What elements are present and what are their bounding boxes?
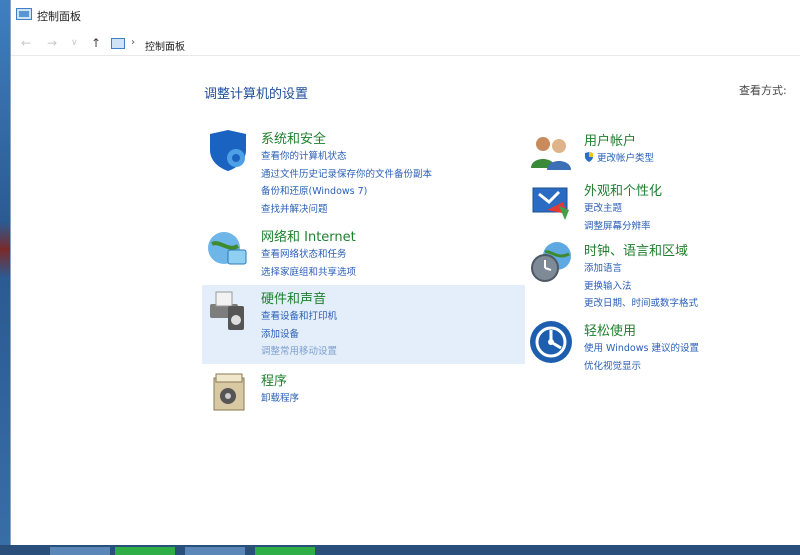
users-icon (531, 137, 571, 170)
control-panel-window: 控制面板 ← → ∨ ↑ › 控制面板 调整计算机的设置 查看方式: 系统和安全… (10, 0, 800, 545)
link-troubleshoot[interactable]: 查找并解决问题 (261, 201, 432, 219)
link-uninstall-program[interactable]: 卸载程序 (261, 390, 299, 408)
view-by-label[interactable]: 查看方式: (739, 82, 787, 98)
link-add-language[interactable]: 添加语言 (584, 260, 698, 278)
appearance-icon (532, 187, 569, 220)
ease-of-access-icon (530, 321, 572, 363)
up-button[interactable]: ↑ (91, 36, 101, 50)
back-button[interactable]: ← (21, 36, 31, 50)
control-panel-icon (16, 8, 32, 20)
category-title[interactable]: 硬件和声音 (261, 288, 326, 307)
link-label: 更改帐户类型 (597, 153, 655, 164)
breadcrumb-separator[interactable]: › (131, 37, 135, 48)
title-bar: 控制面板 (11, 0, 800, 30)
taskbar-item[interactable] (185, 547, 245, 555)
taskbar-item[interactable] (255, 547, 315, 555)
link-optimize-display[interactable]: 优化视觉显示 (584, 358, 699, 376)
link-screen-resolution[interactable]: 调整屏幕分辨率 (584, 218, 651, 236)
window-title: 控制面板 (37, 10, 81, 23)
breadcrumb-control-panel[interactable]: 控制面板 (145, 38, 185, 53)
link-backup-restore[interactable]: 备份和还原(Windows 7) (261, 183, 432, 201)
link-change-account-type[interactable]: 更改帐户类型 (584, 150, 654, 168)
link-devices-printers[interactable]: 查看设备和打印机 (261, 308, 337, 326)
forward-button[interactable]: → (47, 36, 57, 50)
category-title[interactable]: 系统和安全 (261, 128, 326, 147)
printer-speaker-icon (210, 291, 244, 330)
category-title[interactable]: 时钟、语言和区域 (584, 240, 688, 259)
taskbar-item[interactable] (115, 547, 175, 555)
link-change-input-method[interactable]: 更换输入法 (584, 278, 698, 296)
desktop-background (0, 0, 10, 555)
category-title[interactable]: 用户帐户 (584, 130, 636, 149)
network-globe-icon (208, 232, 247, 265)
link-add-device[interactable]: 添加设备 (261, 326, 337, 344)
category-title[interactable]: 程序 (261, 370, 287, 389)
page-title: 调整计算机的设置 (204, 87, 309, 102)
control-panel-icon (111, 38, 125, 49)
recent-locations-dropdown[interactable]: ∨ (71, 38, 78, 48)
link-date-time-format[interactable]: 更改日期、时间或数字格式 (584, 295, 698, 313)
clock-globe-icon (531, 242, 571, 282)
link-file-history-backup[interactable]: 通过文件历史记录保存你的文件备份副本 (261, 166, 432, 184)
link-homegroup-sharing[interactable]: 选择家庭组和共享选项 (261, 264, 356, 282)
category-title[interactable]: 轻松使用 (584, 320, 636, 339)
category-title[interactable]: 网络和 Internet (261, 226, 356, 245)
link-windows-recommended-settings[interactable]: 使用 Windows 建议的设置 (584, 340, 699, 358)
taskbar-item[interactable] (50, 547, 110, 555)
address-bar: ← → ∨ ↑ › 控制面板 (11, 34, 800, 54)
link-mobility-settings[interactable]: 调整常用移动设置 (261, 343, 337, 361)
link-view-computer-status[interactable]: 查看你的计算机状态 (261, 148, 432, 166)
category-title[interactable]: 外观和个性化 (584, 180, 662, 199)
programs-box-icon (213, 373, 245, 411)
hover-highlight (202, 285, 525, 364)
link-change-theme[interactable]: 更改主题 (584, 200, 651, 218)
uac-shield-icon (585, 152, 593, 162)
shield-icon (210, 130, 246, 171)
link-network-status[interactable]: 查看网络状态和任务 (261, 246, 356, 264)
divider (11, 55, 800, 56)
